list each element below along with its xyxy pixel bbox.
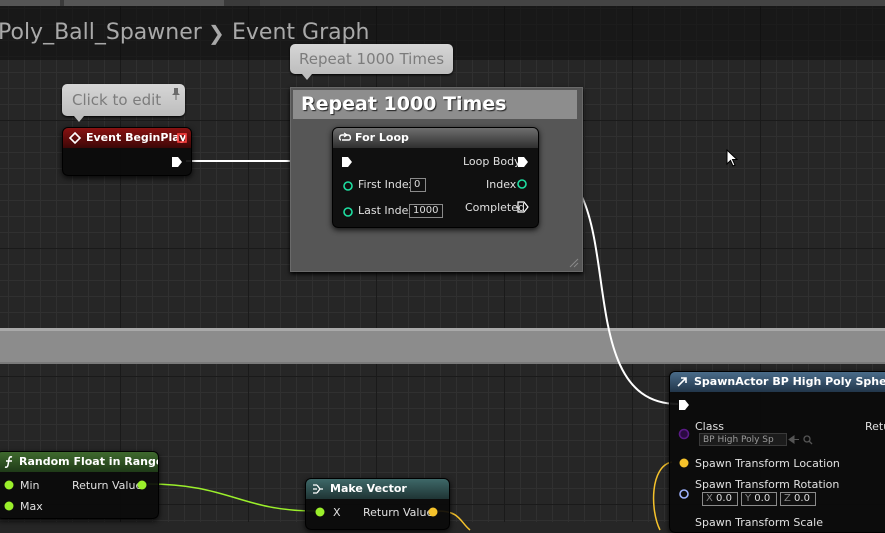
make-struct-icon — [313, 484, 323, 494]
random-float-node[interactable]: Random Float in Range Min Max Return Val… — [0, 451, 159, 519]
x-label: X — [333, 506, 341, 519]
rotation-z-value: 0.0 — [794, 493, 810, 504]
random-float-title: Random Float in Range — [19, 455, 158, 468]
float-in-pin[interactable] — [3, 479, 15, 491]
float-in-pin[interactable] — [3, 500, 15, 512]
rotation-z-field[interactable]: Z 0.0 — [780, 492, 816, 506]
rotator-in-pin[interactable] — [678, 488, 690, 500]
int-out-pin[interactable] — [516, 178, 528, 190]
class-label: Class — [695, 420, 724, 433]
first-index-field[interactable]: 0 — [410, 178, 426, 192]
event-beginplay-header[interactable]: Event BeginPlay — [63, 128, 191, 148]
spawn-actor-node[interactable]: SpawnActor BP High Poly Sphere Class Ret… — [669, 371, 885, 533]
exec-in-pin[interactable] — [678, 399, 690, 411]
spawn-actor-title: SpawnActor BP High Poly Sphere — [694, 375, 885, 388]
class-dropdown[interactable]: BP High Poly Sp — [699, 433, 787, 446]
random-float-header[interactable]: Random Float in Range — [0, 452, 158, 472]
min-label: Min — [20, 479, 40, 492]
index-label: Index — [486, 178, 517, 191]
spawn-actor-header[interactable]: SpawnActor BP High Poly Sphere — [670, 372, 885, 392]
int-in-pin[interactable] — [342, 180, 354, 192]
return-value-label: Return Value — [363, 506, 434, 519]
resize-grip-icon[interactable] — [569, 258, 579, 268]
event-beginplay-node[interactable]: Event BeginPlay — [62, 127, 192, 176]
delegate-pin-icon[interactable] — [177, 133, 187, 143]
spawn-location-label: Spawn Transform Location — [695, 457, 840, 470]
rotation-z-label: Z — [784, 493, 791, 504]
exec-out-pin[interactable] — [517, 156, 529, 168]
class-pin[interactable] — [678, 428, 690, 440]
mouse-cursor-icon — [726, 149, 738, 167]
exec-out-pin[interactable] — [171, 156, 183, 168]
exec-out-pin[interactable] — [517, 201, 529, 213]
event-diamond-icon — [68, 131, 82, 145]
for-loop-title: For Loop — [355, 131, 409, 144]
return-label: Retu — [865, 420, 885, 433]
make-vector-title: Make Vector — [330, 482, 407, 495]
rotation-x-value: 0.0 — [716, 493, 732, 504]
rotation-y-value: 0.0 — [754, 493, 771, 504]
exec-in-pin[interactable] — [341, 156, 353, 168]
spawn-rotation-label: Spawn Transform Rotation — [695, 478, 840, 491]
pin-icon[interactable] — [171, 87, 181, 101]
loop-body-label: Loop Body — [463, 155, 521, 168]
make-vector-header[interactable]: Make Vector — [306, 479, 449, 499]
comment-bubble-label: Repeat 1000 Times — [298, 50, 445, 68]
float-out-pin[interactable] — [136, 479, 148, 491]
return-value-label: Return Value — [72, 479, 143, 492]
rotation-y-label: Y — [745, 493, 752, 504]
rotation-y-field[interactable]: Y 0.0 — [741, 492, 777, 506]
float-wire-random-makevector — [147, 483, 317, 512]
last-index-field[interactable]: 1000 — [409, 204, 443, 218]
function-icon — [4, 456, 13, 468]
make-vector-node[interactable]: Make Vector X Return Value — [305, 478, 450, 530]
for-loop-header[interactable]: For Loop — [333, 128, 538, 148]
event-beginplay-title: Event BeginPlay — [86, 131, 187, 144]
int-in-pin[interactable] — [342, 206, 354, 218]
vector-in-pin[interactable] — [678, 457, 690, 469]
click-to-edit-bubble[interactable]: Click to edit — [62, 84, 185, 122]
spawn-scale-label: Spawn Transform Scale — [695, 516, 823, 529]
click-to-edit-label: Click to edit — [72, 91, 162, 109]
rotation-x-field[interactable]: X 0.0 — [702, 492, 738, 506]
rotation-x-label: X — [706, 493, 713, 504]
completed-label: Completed — [465, 201, 525, 214]
last-index-label: Last Index — [358, 204, 415, 217]
comment-title-bubble[interactable]: Repeat 1000 Times — [290, 44, 453, 80]
float-in-pin[interactable] — [314, 506, 326, 518]
spawn-icon — [677, 377, 687, 387]
for-loop-node[interactable]: For Loop First Index 0 Last Index 1000 L… — [332, 127, 539, 228]
max-label: Max — [20, 500, 43, 513]
class-browse-icon[interactable] — [788, 434, 814, 445]
first-index-label: First Index — [358, 178, 415, 191]
loop-icon — [338, 132, 352, 141]
vector-out-pin[interactable] — [427, 506, 439, 518]
comment-title[interactable]: Repeat 1000 Times — [293, 90, 577, 119]
